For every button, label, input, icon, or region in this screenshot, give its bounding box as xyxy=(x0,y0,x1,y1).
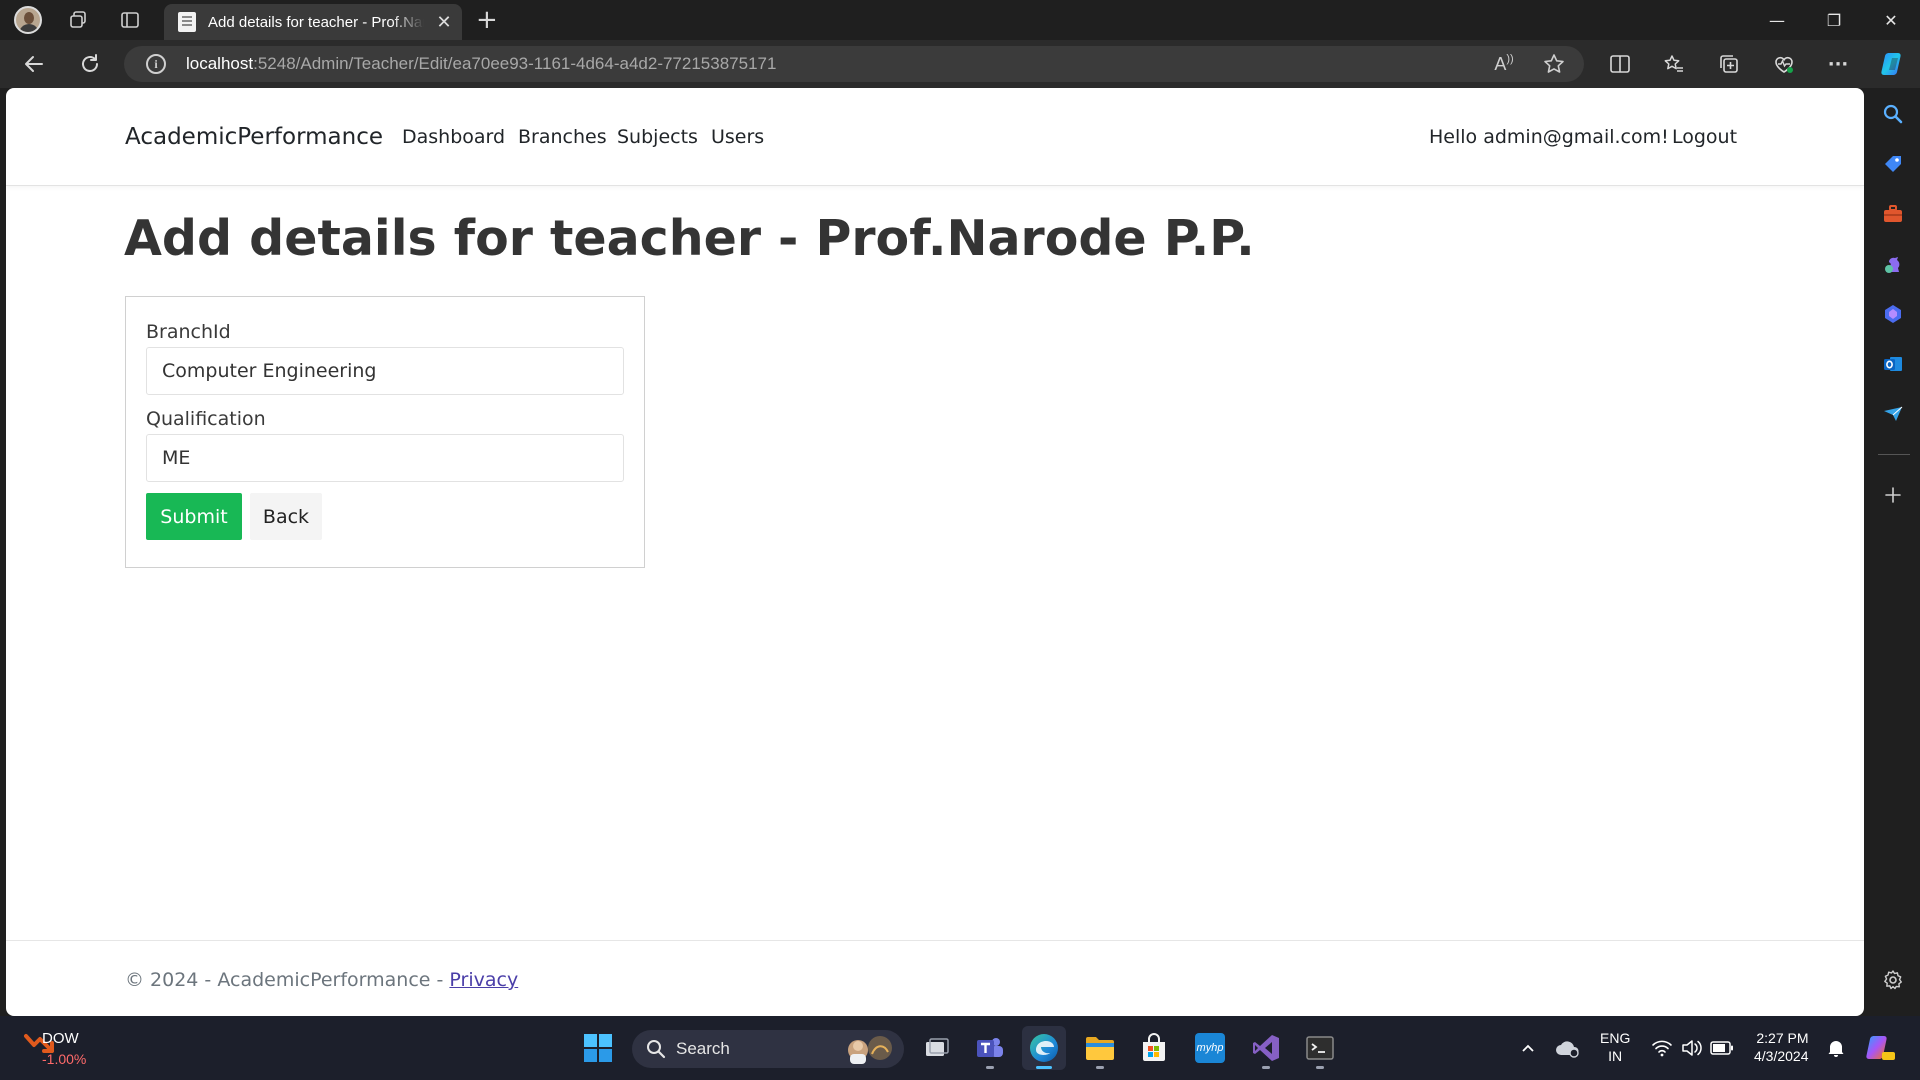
workspaces-icon[interactable] xyxy=(60,6,96,34)
split-screen-icon[interactable] xyxy=(1602,48,1638,80)
file-explorer-icon[interactable] xyxy=(1078,1026,1122,1070)
search-icon[interactable] xyxy=(1881,102,1905,126)
sidebar-settings-gear-icon[interactable] xyxy=(1881,968,1905,992)
back-button[interactable]: Back xyxy=(250,493,322,540)
add-sidebar-app-icon[interactable] xyxy=(1881,483,1905,507)
favorite-star-icon[interactable] xyxy=(1540,52,1568,76)
teacher-details-form: BranchId Computer Engineering Qualificat… xyxy=(125,296,645,568)
task-view-icon[interactable] xyxy=(914,1026,958,1070)
site-info-icon[interactable]: i xyxy=(146,54,166,74)
myhp-icon[interactable]: myhp xyxy=(1188,1026,1232,1070)
running-indicator xyxy=(1262,1066,1270,1069)
site-brand-link[interactable]: AcademicPerformance xyxy=(125,124,383,150)
site-navbar: AcademicPerformance Dashboard Branches S… xyxy=(6,88,1864,186)
url-text[interactable]: localhost:5248/Admin/Teacher/Edit/ea70ee… xyxy=(186,54,776,74)
address-bar[interactable]: i localhost:5248/Admin/Teacher/Edit/ea70… xyxy=(124,46,1584,82)
favorites-icon[interactable] xyxy=(1656,48,1692,80)
drop-send-icon[interactable] xyxy=(1881,402,1905,426)
page-icon xyxy=(178,12,196,32)
close-window-button[interactable]: ✕ xyxy=(1862,0,1920,40)
running-indicator xyxy=(986,1066,994,1069)
privacy-link[interactable]: Privacy xyxy=(449,969,518,991)
user-greeting-link[interactable]: Hello admin@gmail.com! xyxy=(1429,126,1669,148)
clock[interactable]: 2:27 PM 4/3/2024 xyxy=(1754,1030,1809,1064)
logout-button[interactable]: Logout xyxy=(1672,126,1737,148)
running-indicator xyxy=(1316,1066,1324,1069)
nav-link-branches[interactable]: Branches xyxy=(518,126,607,148)
language-code: ENG xyxy=(1600,1030,1631,1046)
copilot-icon[interactable] xyxy=(1876,48,1912,80)
region-code: IN xyxy=(1608,1048,1623,1064)
visual-studio-icon[interactable] xyxy=(1244,1026,1288,1070)
search-label: Search xyxy=(676,1039,730,1058)
browser-tab-bar: Add details for teacher - Prof.Narode P.… xyxy=(0,0,1920,40)
qualification-field[interactable]: ME xyxy=(146,434,624,482)
submit-button[interactable]: Submit xyxy=(146,493,242,540)
clock-date: 4/3/2024 xyxy=(1754,1048,1809,1064)
windows-taskbar: DOW -1.00% Search myhp ENG IN 2:27 PM 4/… xyxy=(0,1016,1920,1080)
clock-time: 2:27 PM xyxy=(1756,1030,1809,1046)
search-icon xyxy=(647,1040,666,1059)
minimize-button[interactable]: — xyxy=(1748,0,1806,40)
footer-text: © 2024 - AcademicPerformance - Privacy xyxy=(125,969,518,991)
browser-essentials-icon[interactable] xyxy=(1766,48,1802,80)
site-footer: © 2024 - AcademicPerformance - Privacy xyxy=(6,940,1864,1016)
battery-icon[interactable] xyxy=(1700,1026,1744,1070)
active-indicator xyxy=(1036,1066,1052,1069)
edge-sidebar xyxy=(1866,88,1920,1016)
running-indicator xyxy=(1096,1066,1104,1069)
more-options-icon[interactable]: ··· xyxy=(1820,48,1856,80)
qualification-label: Qualification xyxy=(146,408,266,430)
nav-link-subjects[interactable]: Subjects xyxy=(617,126,698,148)
read-aloud-icon[interactable]: A)) xyxy=(1490,52,1518,76)
tab-actions-icon[interactable] xyxy=(112,6,148,34)
browser-toolbar: i localhost:5248/Admin/Teacher/Edit/ea70… xyxy=(0,40,1920,88)
stock-name: DOW xyxy=(42,1030,79,1047)
avatar-face xyxy=(24,12,34,24)
taskbar-search-box[interactable]: Search xyxy=(632,1030,904,1068)
restore-button[interactable]: ❐ xyxy=(1805,0,1863,40)
new-tab-button[interactable]: + xyxy=(476,6,498,34)
footer-copyright: © 2024 - AcademicPerformance - xyxy=(125,969,450,991)
onedrive-cloud-icon[interactable] xyxy=(1546,1026,1590,1070)
terminal-icon[interactable] xyxy=(1298,1026,1342,1070)
page-viewport: AcademicPerformance Dashboard Branches S… xyxy=(6,88,1864,1016)
notification-bell-icon[interactable] xyxy=(1814,1026,1858,1070)
edge-browser-icon[interactable] xyxy=(1022,1026,1066,1070)
profile-avatar[interactable] xyxy=(14,6,42,34)
sidebar-divider xyxy=(1878,454,1910,455)
back-arrow-icon[interactable] xyxy=(16,48,52,80)
show-hidden-icons-chevron-up-icon[interactable] xyxy=(1506,1026,1550,1070)
nav-link-users[interactable]: Users xyxy=(711,126,764,148)
collections-icon[interactable] xyxy=(1711,48,1747,80)
tools-briefcase-icon[interactable] xyxy=(1881,202,1905,226)
avatar-shoulders xyxy=(19,24,39,32)
games-chess-icon[interactable] xyxy=(1881,252,1905,276)
stock-change: -1.00% xyxy=(42,1051,87,1067)
refresh-icon[interactable] xyxy=(72,48,108,80)
close-tab-icon[interactable]: ✕ xyxy=(434,12,454,33)
branch-id-field[interactable]: Computer Engineering xyxy=(146,347,624,395)
copilot-designer-icon[interactable] xyxy=(1881,302,1905,326)
page-title: Add details for teacher - Prof.Narode P.… xyxy=(124,210,1255,267)
language-indicator[interactable]: ENG IN xyxy=(1600,1030,1630,1064)
search-highlight-icon xyxy=(848,1036,892,1064)
start-button[interactable] xyxy=(576,1026,620,1070)
windows-logo-icon xyxy=(584,1034,612,1062)
branch-id-label: BranchId xyxy=(146,321,231,343)
active-browser-tab[interactable]: Add details for teacher - Prof.Narode P.… xyxy=(164,4,462,40)
shopping-tag-icon[interactable] xyxy=(1881,152,1905,176)
microsoft-store-icon[interactable] xyxy=(1132,1026,1176,1070)
nav-link-dashboard[interactable]: Dashboard xyxy=(402,126,505,148)
outlook-icon[interactable] xyxy=(1881,352,1905,376)
teams-icon[interactable] xyxy=(968,1026,1012,1070)
myhp-logo: myhp xyxy=(1195,1033,1225,1063)
tab-title: Add details for teacher - Prof.Narode P.… xyxy=(208,13,424,31)
copilot-taskbar-icon[interactable] xyxy=(1858,1026,1902,1070)
